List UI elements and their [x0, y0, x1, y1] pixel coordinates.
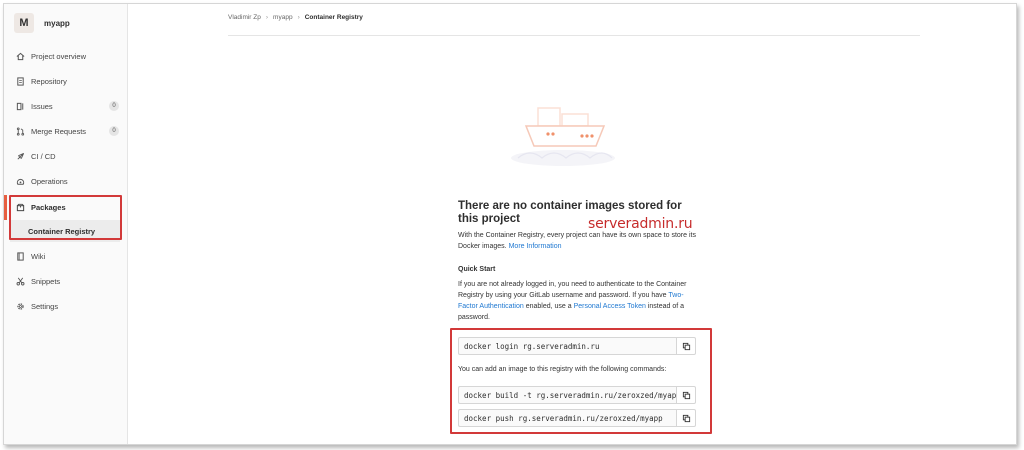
cloud-icon: [14, 177, 26, 186]
personal-access-token-link[interactable]: Personal Access Token: [574, 303, 646, 310]
ship-illustration: [508, 100, 618, 170]
sidebar-item-wiki[interactable]: Wiki: [4, 244, 127, 269]
sidebar-item-label: Operations: [31, 177, 68, 186]
packages-group: Packages Container Registry: [4, 195, 127, 242]
sidebar-item-merge-requests[interactable]: Merge Requests 0: [4, 119, 127, 144]
sidebar-item-label: Packages: [31, 203, 66, 212]
copy-icon: [682, 414, 690, 422]
copy-push-button[interactable]: [676, 409, 696, 427]
doc-icon: [14, 77, 26, 86]
sidebar-nav: Project overview Repository Issues 0 Mer…: [4, 44, 127, 194]
empty-state-description-text: With the Container Registry, every proje…: [458, 232, 696, 250]
sidebar-item-packages[interactable]: Packages: [4, 195, 127, 220]
breadcrumb-current[interactable]: Container Registry: [305, 14, 363, 21]
breadcrumb-user[interactable]: Vladimir Zp: [228, 14, 261, 21]
sidebar-item-label: Issues: [31, 102, 53, 111]
rocket-icon: [14, 152, 26, 161]
sidebar-item-label: Merge Requests: [31, 127, 87, 136]
build-command-input[interactable]: docker build -t rg.serveradmin.ru/zeroxz…: [458, 386, 676, 404]
book-icon: [14, 252, 26, 261]
quick-start-text-part: enabled, use a: [525, 303, 572, 310]
project-header[interactable]: M myapp: [4, 6, 127, 40]
sidebar-item-settings[interactable]: Settings: [4, 294, 127, 319]
empty-state-description: With the Container Registry, every proje…: [458, 230, 698, 252]
project-avatar: M: [14, 13, 34, 33]
package-icon: [14, 203, 26, 212]
scissors-icon: [14, 277, 26, 286]
sidebar-item-label: Wiki: [31, 252, 46, 261]
breadcrumb: Vladimir Zp › myapp › Container Registry: [228, 14, 920, 36]
app-window: M myapp Project overview Repository Issu…: [3, 3, 1017, 445]
merge-requests-count-badge: 0: [109, 126, 119, 136]
sidebar-item-label: CI / CD: [31, 152, 56, 161]
breadcrumb-project[interactable]: myapp: [273, 14, 293, 21]
build-command: docker build -t rg.serveradmin.ru/zeroxz…: [458, 386, 696, 404]
sidebar-item-label: Repository: [31, 77, 67, 86]
sidebar-item-snippets[interactable]: Snippets: [4, 269, 127, 294]
commands-note: You can add an image to this registry wi…: [458, 366, 667, 373]
push-command-input[interactable]: docker push rg.serveradmin.ru/zeroxzed/m…: [458, 409, 676, 427]
sidebar-nav-lower: Wiki Snippets Settings: [4, 244, 127, 319]
copy-icon: [682, 391, 690, 399]
sidebar-item-label: Settings: [31, 302, 59, 311]
chevron-right-icon: ›: [297, 14, 300, 21]
quick-start-title: Quick Start: [458, 266, 496, 273]
sidebar-item-label: Snippets: [31, 277, 61, 286]
sidebar-item-label: Project overview: [31, 52, 87, 61]
sidebar-item-project-overview[interactable]: Project overview: [4, 44, 127, 69]
login-command: docker login rg.serveradmin.ru: [458, 337, 696, 355]
issues-icon: [14, 102, 26, 111]
quick-start-text-part: If you are not already logged in, you ne…: [458, 281, 687, 299]
merge-icon: [14, 127, 26, 136]
issues-count-badge: 0: [109, 101, 119, 111]
push-command: docker push rg.serveradmin.ru/zeroxzed/m…: [458, 409, 696, 427]
sidebar: M myapp Project overview Repository Issu…: [4, 4, 128, 444]
chevron-right-icon: ›: [265, 14, 269, 21]
sidebar-item-issues[interactable]: Issues 0: [4, 94, 127, 119]
copy-build-button[interactable]: [676, 386, 696, 404]
gear-icon: [14, 302, 26, 311]
project-name: myapp: [44, 18, 70, 28]
quick-start-text: If you are not already logged in, you ne…: [458, 279, 698, 323]
sidebar-item-operations[interactable]: Operations: [4, 169, 127, 194]
login-command-input[interactable]: docker login rg.serveradmin.ru: [458, 337, 676, 355]
watermark-text: serveradmin.ru: [588, 216, 693, 232]
main-content: Vladimir Zp › myapp › Container Registry…: [128, 4, 1016, 444]
copy-icon: [682, 342, 690, 350]
sidebar-item-repository[interactable]: Repository: [4, 69, 127, 94]
sidebar-item-ci-cd[interactable]: CI / CD: [4, 144, 127, 169]
home-icon: [14, 52, 26, 61]
copy-login-button[interactable]: [676, 337, 696, 355]
more-information-link[interactable]: More Information: [509, 243, 562, 250]
